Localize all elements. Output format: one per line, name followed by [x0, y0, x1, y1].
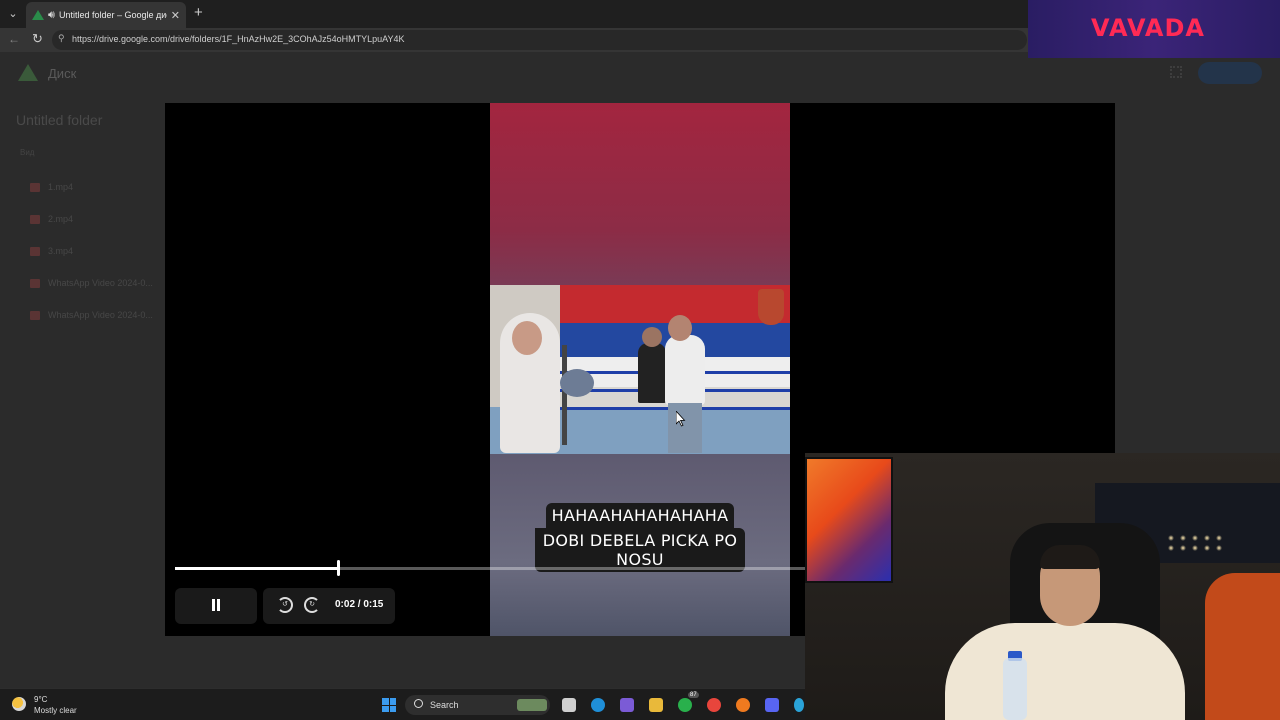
video-file-icon — [30, 278, 40, 288]
file-name: 2.mp4 — [48, 214, 74, 224]
boxer-right-head — [668, 315, 692, 341]
video-top-blur — [490, 103, 790, 285]
file-name: 3.mp4 — [48, 246, 74, 256]
tab-list-chevron-icon[interactable]: ⌄ — [4, 5, 22, 23]
apps-grid-icon[interactable] — [1170, 66, 1182, 78]
close-tab-icon[interactable]: ✕ — [171, 9, 180, 22]
caption-line-2: DOBI DEBELA PICKA PO NOSU — [535, 528, 745, 572]
tab-title: Untitled folder – Google диск — [58, 10, 167, 20]
caption-line-1: HAHAAHAHAHAHAHA — [545, 503, 735, 528]
copilot-icon[interactable] — [620, 698, 634, 712]
sponsor-logo: VAVADA — [1091, 14, 1205, 42]
windows-start-icon[interactable] — [382, 698, 396, 712]
url-text: https://drive.google.com/drive/folders/1… — [72, 34, 405, 44]
gaming-chair-orange — [1205, 573, 1280, 720]
file-name: 1.mp4 — [48, 182, 74, 192]
list-item[interactable]: WhatsApp Video 2024-0... — [30, 308, 153, 322]
search-label: Search — [430, 700, 459, 710]
boxer-right — [665, 335, 705, 405]
list-item[interactable]: WhatsApp Video 2024-0... — [30, 276, 153, 290]
video-file-icon — [30, 310, 40, 320]
pause-button[interactable] — [175, 588, 257, 624]
water-bottle — [1003, 658, 1027, 720]
video-caption: HAHAAHAHAHAHAHA DOBI DEBELA PICKA PO NOS… — [535, 503, 745, 572]
notification-badge: 87 — [688, 692, 699, 698]
weather-temperature[interactable]: 9°C — [34, 695, 47, 704]
file-name: WhatsApp Video 2024-0... — [48, 278, 153, 288]
rewind-10-icon[interactable]: ↺ — [277, 597, 293, 613]
streamer-hair — [1040, 545, 1100, 569]
list-item[interactable]: 3.mp4 — [30, 244, 73, 258]
pause-icon — [211, 599, 221, 613]
weather-condition[interactable]: Mostly clear — [34, 706, 77, 715]
boxing-gym-scene — [490, 285, 790, 454]
city-lights — [1165, 533, 1225, 553]
seek-bar-played — [175, 567, 338, 570]
drive-logo-icon — [18, 64, 38, 82]
boxing-glove — [560, 369, 594, 397]
ring-post — [562, 345, 567, 445]
taskbar-search[interactable]: Search — [405, 695, 550, 715]
video-file-icon — [30, 182, 40, 192]
firefox-icon[interactable] — [736, 698, 750, 712]
search-icon — [414, 699, 423, 708]
webcam-overlay — [805, 453, 1280, 720]
browser-tab-active[interactable]: 🔊︎ Untitled folder – Google диск ✕ — [26, 2, 186, 28]
discord-icon[interactable] — [765, 698, 779, 712]
list-item[interactable]: 2.mp4 — [30, 212, 73, 226]
seek-handle[interactable] — [336, 560, 340, 576]
share-button[interactable] — [1198, 62, 1262, 84]
speaker-icon[interactable]: 🔊︎ — [48, 9, 55, 22]
background-person-head — [642, 327, 662, 347]
type-filter[interactable]: Вид — [20, 148, 34, 157]
video-file-icon — [30, 214, 40, 224]
flag-crest-icon — [758, 289, 784, 325]
boxer-left-head — [512, 321, 542, 355]
google-drive-favicon-icon — [32, 9, 44, 21]
telegram-icon[interactable] — [794, 698, 804, 712]
new-tab-plus-icon[interactable]: + — [194, 5, 203, 21]
search-highlight-icon — [517, 699, 547, 711]
drive-brand-label: Диск — [48, 66, 77, 81]
list-item[interactable]: 1.mp4 — [30, 180, 73, 194]
sponsor-banner: VAVADA — [1028, 0, 1280, 58]
forward-10-icon[interactable]: ↻ — [304, 597, 320, 613]
playback-controls: ↺ ↻ 0:02 / 0:15 — [263, 588, 395, 624]
address-bar[interactable]: ⚲ https://drive.google.com/drive/folders… — [52, 30, 1027, 50]
back-arrow-icon[interactable]: ← — [8, 32, 20, 46]
edge-icon[interactable] — [591, 698, 605, 712]
taskbar: 9°C Mostly clear Search 87 — [0, 688, 805, 720]
weather-moon-cloud-icon[interactable] — [12, 697, 26, 711]
chrome-icon[interactable] — [707, 698, 721, 712]
tv-fireplace — [805, 457, 893, 583]
file-name: WhatsApp Video 2024-0... — [48, 310, 153, 320]
time-readout: 0:02 / 0:15 — [335, 599, 384, 610]
site-info-icon[interactable]: ⚲ — [58, 33, 65, 44]
reload-icon[interactable]: ↻ — [32, 31, 43, 47]
task-view-icon[interactable] — [562, 698, 576, 712]
folder-title: Untitled folder — [16, 112, 103, 128]
streamer-body — [945, 623, 1185, 720]
video-file-icon — [30, 246, 40, 256]
whatsapp-icon[interactable] — [678, 698, 692, 712]
file-explorer-icon[interactable] — [649, 698, 663, 712]
mouse-cursor-icon — [676, 411, 686, 427]
background-person — [638, 343, 666, 403]
video-frame[interactable]: HAHAAHAHAHAHAHA DOBI DEBELA PICKA PO NOS… — [490, 103, 790, 636]
